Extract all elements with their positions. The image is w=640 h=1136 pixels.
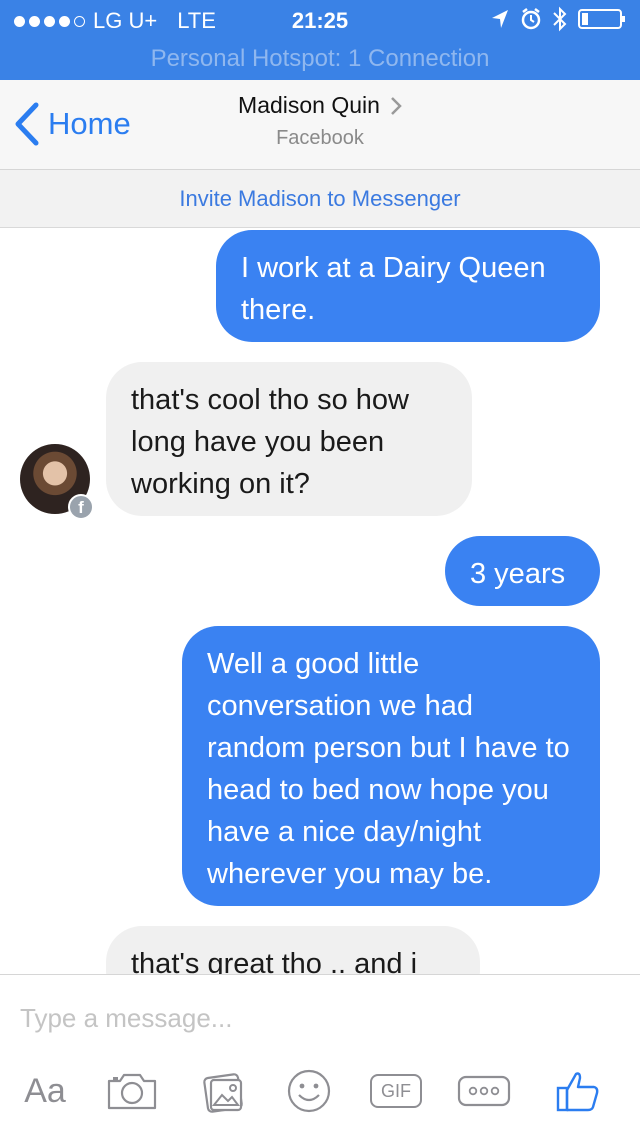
- camera-icon: [107, 1073, 157, 1110]
- bluetooth-icon: [553, 6, 567, 32]
- text-format-button[interactable]: Aa: [14, 1063, 76, 1119]
- gif-icon: GIF: [370, 1074, 422, 1108]
- battery-icon: [578, 9, 625, 29]
- more-icon: [457, 1075, 511, 1107]
- like-button[interactable]: [552, 1063, 604, 1119]
- thumbs-up-icon: [556, 1072, 599, 1112]
- message-outgoing[interactable]: I work at a Dairy Queen there.: [216, 230, 600, 342]
- message-incoming[interactable]: that's cool tho so how long have you bee…: [106, 362, 472, 516]
- location-arrow-icon: [492, 10, 508, 28]
- facebook-badge-icon: f: [68, 494, 94, 520]
- contact-name: Madison Quin: [238, 92, 380, 118]
- message-outgoing[interactable]: Well a good little conversation we had r…: [182, 626, 600, 906]
- more-button[interactable]: [456, 1063, 512, 1119]
- contact-source: Facebook: [276, 127, 364, 149]
- photo-gallery-button[interactable]: [196, 1063, 252, 1119]
- aa-label: Aa: [24, 1071, 66, 1110]
- hotspot-banner[interactable]: Personal Hotspot: 1 Connection: [0, 40, 640, 80]
- emoji-button[interactable]: [286, 1063, 332, 1119]
- conversation-title[interactable]: Madison Quin Facebook: [0, 92, 640, 150]
- photo-gallery-icon: [203, 1073, 243, 1113]
- message-outgoing[interactable]: 3 years: [445, 536, 600, 606]
- status-bar: LG U+ LTE 21:25: [0, 0, 640, 40]
- composer-toolbar: Aa GIF: [0, 1063, 640, 1123]
- status-icons: [490, 6, 628, 32]
- message-list[interactable]: I work at a Dairy Queen there. that's co…: [0, 228, 640, 974]
- alarm-icon: [521, 8, 541, 30]
- invite-link[interactable]: Invite Madison to Messenger: [0, 170, 640, 228]
- gif-label: GIF: [381, 1081, 411, 1101]
- message-incoming[interactable]: that's great tho .. and i: [106, 926, 480, 974]
- chevron-right-icon: [391, 96, 402, 115]
- message-input[interactable]: [20, 993, 620, 1043]
- navigation-bar: Home Madison Quin Facebook: [0, 80, 640, 170]
- camera-button[interactable]: [104, 1063, 160, 1119]
- emoji-icon: [287, 1069, 331, 1113]
- message-composer: Aa: [0, 974, 640, 1136]
- gif-button[interactable]: GIF: [368, 1063, 424, 1119]
